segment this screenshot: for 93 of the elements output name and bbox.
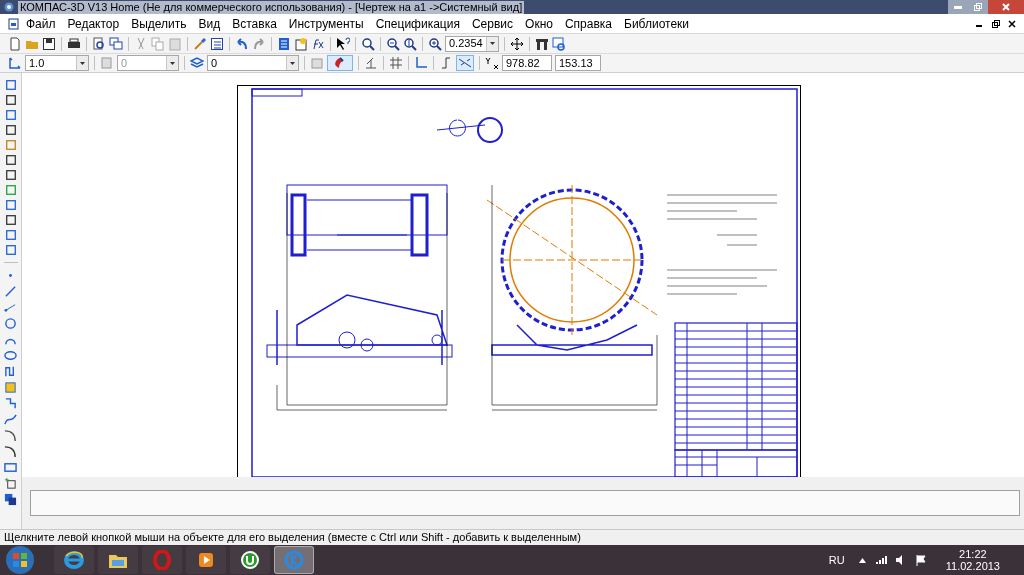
- drawing-canvas[interactable]: [22, 73, 1024, 478]
- document-icon: [8, 17, 20, 30]
- caret-icon: [290, 61, 295, 65]
- draw-tool-icon[interactable]: [4, 349, 17, 362]
- zoom-window-icon[interactable]: [361, 36, 375, 51]
- draw-tool-icon[interactable]: [4, 477, 17, 490]
- redo-icon[interactable]: [252, 36, 266, 51]
- caret-icon: [80, 61, 85, 65]
- tool-icon[interactable]: [4, 214, 17, 226]
- caret-icon: [170, 61, 175, 65]
- status-hint: Щелкните левой кнопкой мыши на объекте для его выделения (вместе с Ctrl или Shift - добавить к выделенным): [4, 530, 581, 546]
- menu-item[interactable]: Инструменты: [282, 14, 370, 33]
- tool-icon[interactable]: [4, 154, 17, 166]
- save-icon[interactable]: [42, 36, 56, 51]
- xy-icon[interactable]: [485, 56, 499, 70]
- snap-button[interactable]: [327, 55, 353, 71]
- minimize-icon: [954, 5, 962, 9]
- function-icon[interactable]: [311, 36, 325, 51]
- draw-tool-icon[interactable]: [4, 285, 17, 298]
- menu-item[interactable]: Редактор: [61, 14, 126, 33]
- preview-icon[interactable]: [92, 36, 106, 51]
- start-button[interactable]: [6, 546, 34, 574]
- draw-tool-icon[interactable]: [4, 365, 17, 378]
- tool-icon[interactable]: [4, 244, 17, 256]
- draw-tool-icon[interactable]: [4, 413, 17, 426]
- layers-stack-icon[interactable]: [190, 56, 204, 70]
- refresh-icon[interactable]: [552, 36, 566, 51]
- step-icon[interactable]: [8, 56, 22, 70]
- menu-item[interactable]: Библиотеки: [618, 14, 696, 33]
- close-button[interactable]: [988, 0, 1024, 14]
- zoom-icon[interactable]: [386, 36, 400, 51]
- x-coordinate-field[interactable]: 978.82: [502, 55, 552, 71]
- help-pointer-icon[interactable]: [336, 36, 350, 51]
- grid-icon[interactable]: [389, 56, 403, 70]
- language-indicator[interactable]: RU: [828, 551, 845, 569]
- layers-icon[interactable]: [277, 36, 291, 51]
- printer-icon[interactable]: [67, 36, 81, 51]
- menu-item[interactable]: Сервис: [465, 14, 520, 33]
- table-icon[interactable]: [210, 36, 224, 51]
- tool-icon[interactable]: [4, 124, 17, 136]
- menu-item[interactable]: Выделить: [125, 14, 193, 33]
- u-circle-icon: [240, 550, 260, 570]
- close-icon[interactable]: [1008, 19, 1016, 28]
- new-document-icon[interactable]: [8, 36, 22, 51]
- k-circle-icon: [284, 550, 304, 570]
- tray-up-arrow-icon[interactable]: [858, 557, 866, 563]
- flag-icon[interactable]: [915, 554, 926, 566]
- clock-date[interactable]: 11.02.2013: [945, 560, 1000, 572]
- app-logo-icon: [4, 2, 14, 12]
- perpendicular-icon[interactable]: [364, 56, 378, 70]
- draw-tool-icon[interactable]: [4, 445, 17, 458]
- zoom-field[interactable]: 0.2354: [445, 35, 499, 52]
- windows-logo-icon: [13, 553, 27, 567]
- tool-icon[interactable]: [4, 109, 17, 121]
- draw-tool-icon[interactable]: [4, 493, 17, 506]
- play-icon: [196, 550, 216, 570]
- browser-icon: [64, 550, 84, 570]
- draw-tool-icon[interactable]: [4, 397, 17, 410]
- menu-item[interactable]: Вставка: [226, 14, 283, 33]
- letter-o-icon: [152, 550, 172, 570]
- tool-icon[interactable]: [4, 169, 17, 181]
- step-field[interactable]: 1.0: [25, 55, 89, 71]
- menu-item[interactable]: Справка: [558, 14, 618, 33]
- clock-time[interactable]: 21:22: [959, 548, 987, 560]
- restore-icon[interactable]: [992, 19, 1000, 28]
- taskbar-button[interactable]: [98, 546, 138, 574]
- axes-icon[interactable]: [414, 56, 428, 70]
- window-title: КОМПАС-3D V13 Home (Не для коммерческого использования) - [Чертеж на а1 ->Системный вид]: [18, 0, 525, 14]
- tool-icon[interactable]: [4, 79, 17, 91]
- zoom-fit-icon[interactable]: [403, 36, 417, 51]
- menu-item[interactable]: Вид: [192, 14, 227, 33]
- taskbar-button[interactable]: [186, 546, 226, 574]
- taskbar-button[interactable]: [230, 546, 270, 574]
- layer-field[interactable]: 0: [207, 55, 299, 71]
- undo-icon[interactable]: [235, 36, 249, 51]
- y-coordinate-field[interactable]: 153.13: [555, 55, 601, 71]
- tool-icon[interactable]: [4, 199, 17, 211]
- menu-item[interactable]: Спецификация: [369, 14, 466, 33]
- tool-icon[interactable]: [4, 94, 17, 106]
- network-icon[interactable]: [875, 555, 888, 565]
- caret-icon: [490, 42, 495, 45]
- close-icon: [1002, 3, 1010, 11]
- move-arrows-icon[interactable]: [510, 36, 524, 51]
- menu-item[interactable]: Файл: [20, 14, 62, 33]
- menu-item[interactable]: Окно: [519, 14, 559, 33]
- brush-icon[interactable]: [193, 36, 207, 51]
- taskbar-button[interactable]: [54, 546, 94, 574]
- tool-icon[interactable]: [4, 229, 17, 241]
- windows-icon[interactable]: [109, 36, 123, 51]
- zoom-in-icon[interactable]: [428, 36, 442, 51]
- restore-icon: [974, 3, 982, 11]
- ortho-icon[interactable]: [439, 56, 453, 70]
- draw-tool-icon[interactable]: [4, 429, 17, 442]
